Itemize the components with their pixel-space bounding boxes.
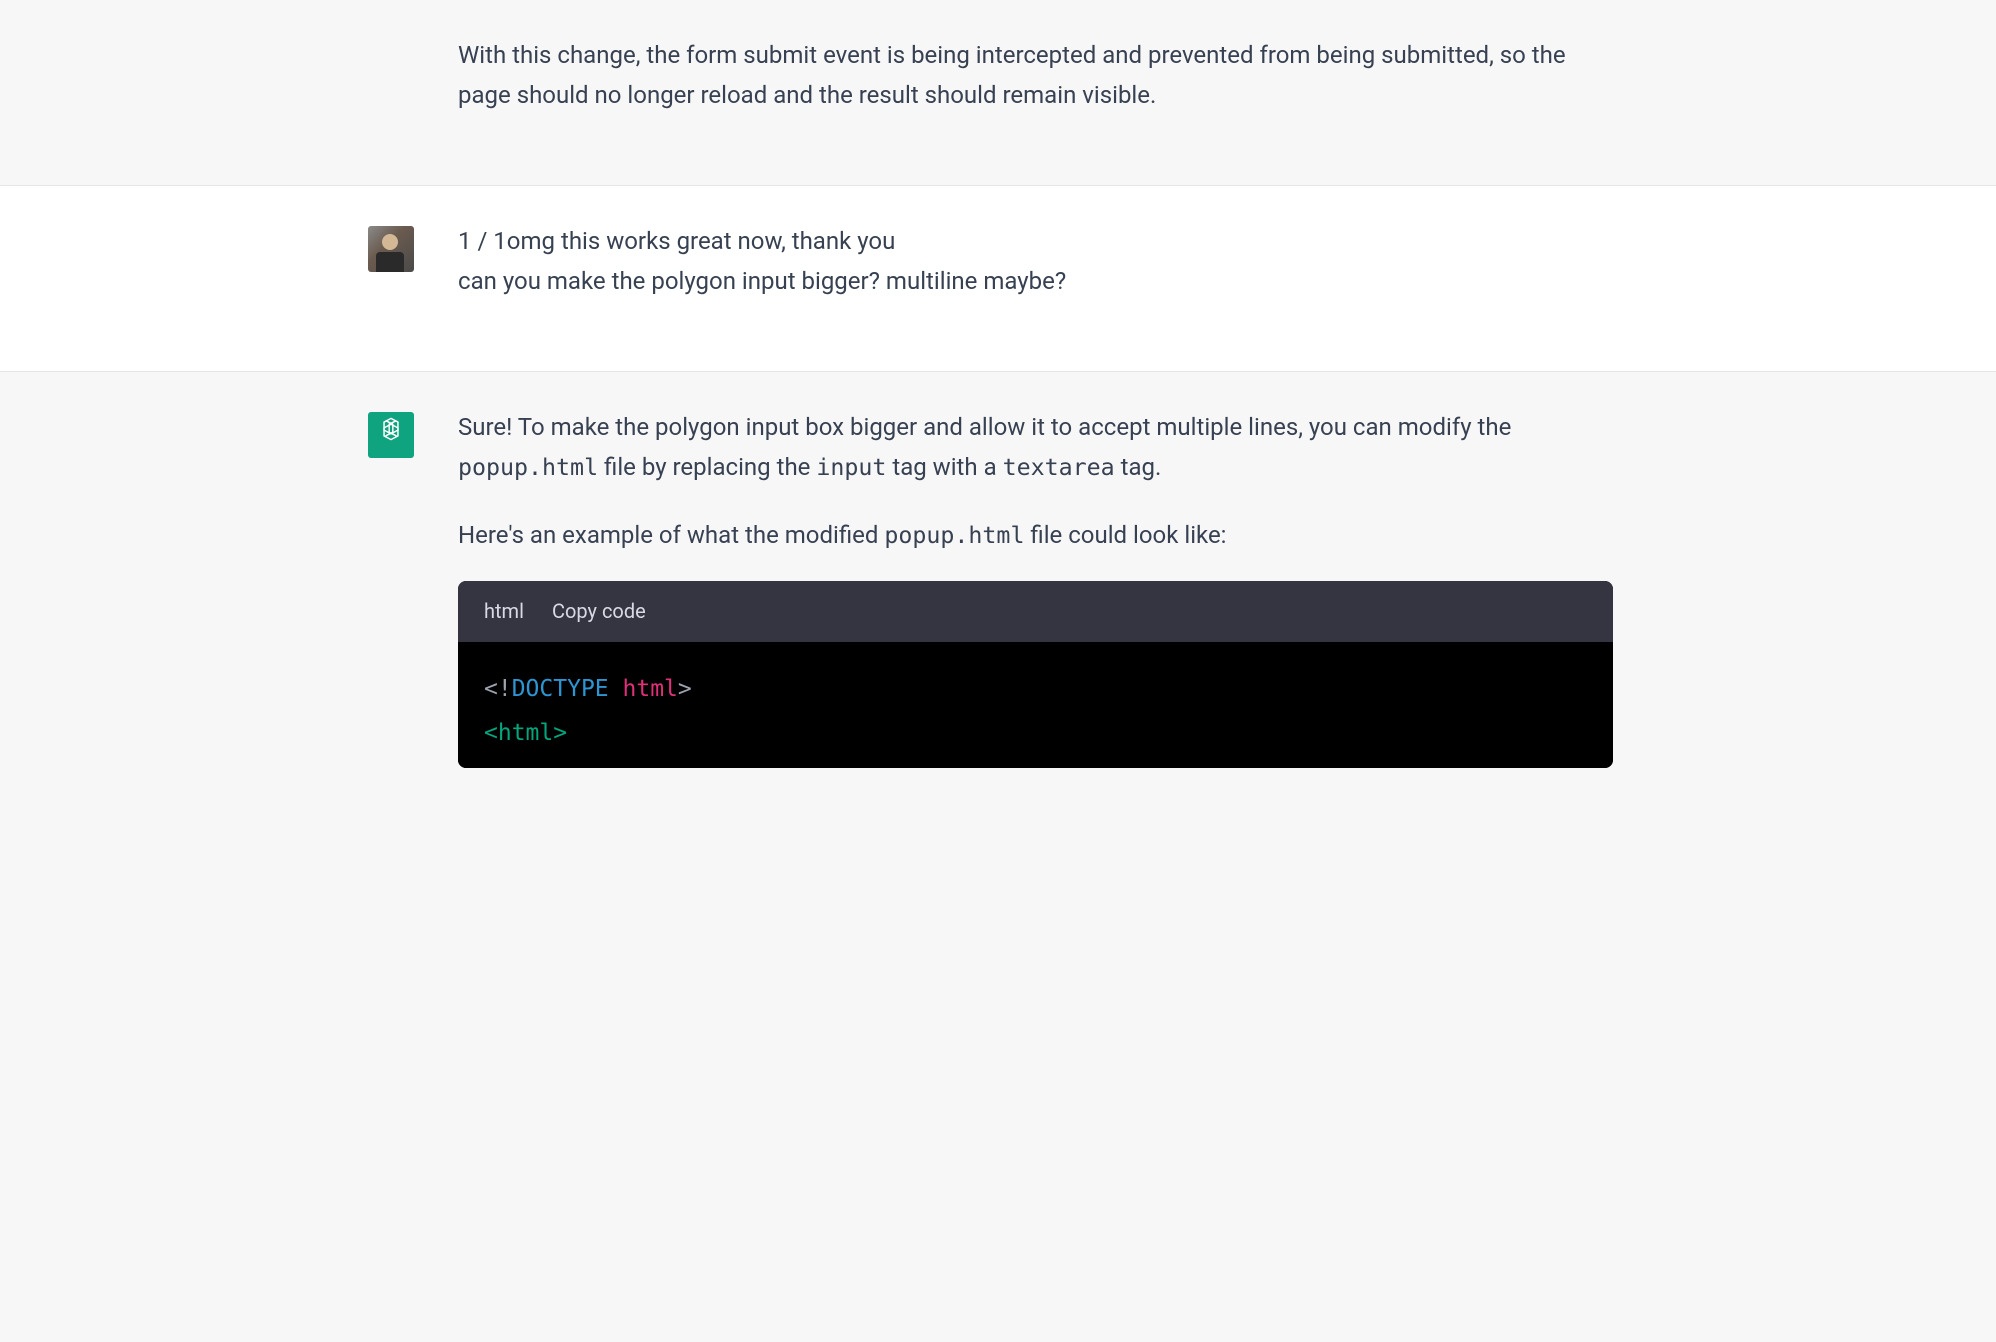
code-block: html Copy code <!DOCTYPE html> <html> <box>458 581 1613 767</box>
assistant-message-prev: With this change, the form submit event … <box>0 0 1996 186</box>
message-counter: 1 / 1 <box>458 227 507 255</box>
code-input: input <box>816 454 886 481</box>
code-language-label: html <box>484 595 524 628</box>
assistant-paragraph-1: Sure! To make the polygon input box bigg… <box>458 408 1613 487</box>
assistant-prev-text: With this change, the form submit event … <box>458 36 1613 115</box>
assistant-message: Sure! To make the polygon input box bigg… <box>0 372 1996 767</box>
code-block-body: <!DOCTYPE html> <html> <box>458 642 1613 767</box>
user-message: 1 / 1omg this works great now, thank you… <box>0 186 1996 372</box>
code-textarea: textarea <box>1003 454 1115 481</box>
assistant-paragraph-2: Here's an example of what the modified p… <box>458 516 1613 556</box>
code-block-header: html Copy code <box>458 581 1613 642</box>
assistant-avatar <box>368 412 414 458</box>
code-popup-html-2: popup.html <box>884 522 1024 549</box>
user-avatar <box>368 226 414 272</box>
user-line-1-text: omg this works great now, thank you <box>507 227 896 255</box>
user-line-1: 1 / 1omg this works great now, thank you <box>458 222 1613 262</box>
code-popup-html-1: popup.html <box>458 454 598 481</box>
openai-logo-icon <box>376 414 406 457</box>
user-line-2: can you make the polygon input bigger? m… <box>458 262 1613 302</box>
code-line-1: <!DOCTYPE html> <box>484 676 692 702</box>
code-line-2: <html> <box>484 720 567 746</box>
copy-code-button[interactable]: Copy code <box>552 595 646 628</box>
